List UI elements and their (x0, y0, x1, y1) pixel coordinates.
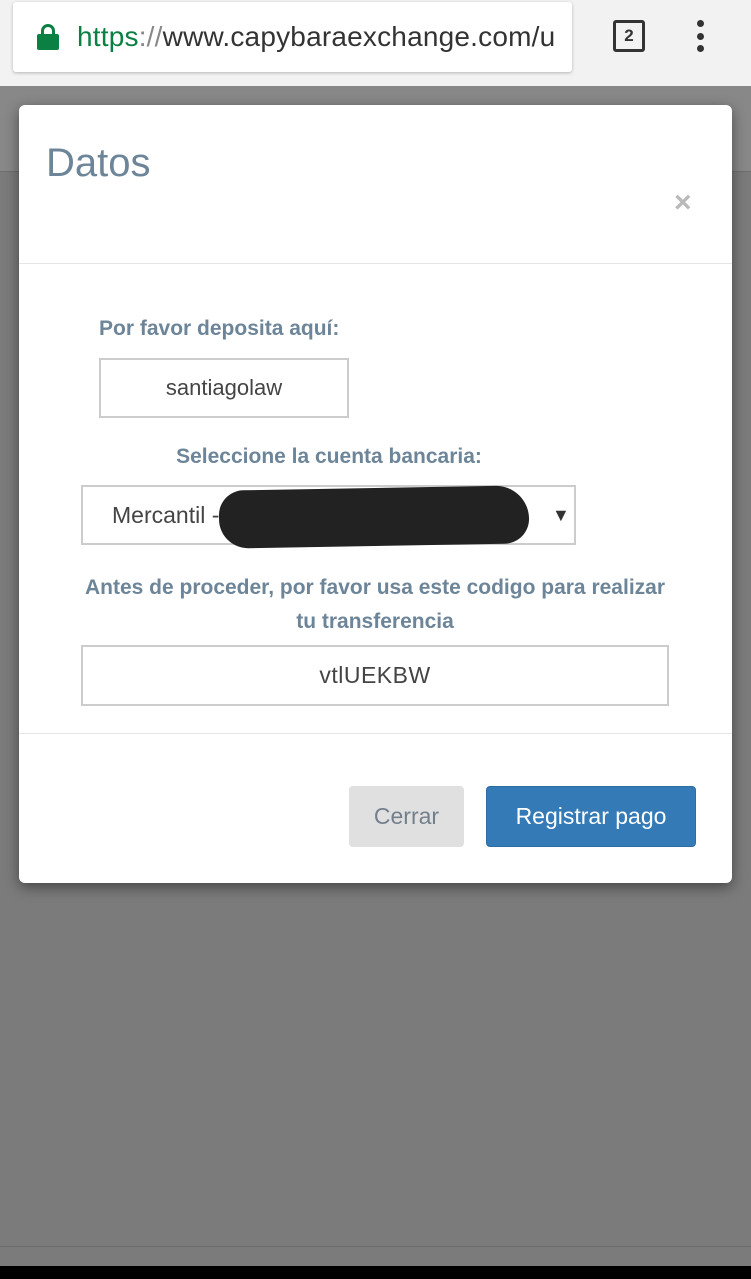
overflow-menu-icon[interactable] (696, 20, 704, 52)
url-text: https://www.capybaraexchange.com/u (77, 21, 555, 53)
url-scheme: https (77, 21, 139, 52)
close-icon[interactable]: × (674, 188, 692, 218)
browser-toolbar: https://www.capybaraexchange.com/u 2 (0, 0, 751, 86)
payment-modal: Datos × Por favor deposita aquí: santiag… (19, 105, 732, 883)
url-separator: :// (138, 21, 163, 52)
modal-title: Datos (46, 141, 151, 185)
transfer-code-field: vtlUEKBW (81, 645, 669, 706)
lock-icon (37, 24, 59, 50)
bank-account-label: Seleccione la cuenta bancaria: (176, 445, 482, 468)
address-bar[interactable]: https://www.capybaraexchange.com/u (13, 2, 572, 72)
transfer-code-label: Antes de proceder, por favor usa este co… (84, 576, 666, 633)
url-host: www.capybaraexchange.com/u (162, 21, 556, 52)
modal-footer-divider (19, 733, 732, 734)
background-divider (0, 1246, 751, 1247)
bank-account-selected: Mercantil -- (112, 501, 228, 528)
redaction-mark (218, 485, 530, 549)
tab-switcher-button[interactable]: 2 (613, 20, 645, 52)
deposit-label: Por favor deposita aquí: (99, 317, 340, 340)
register-payment-button[interactable]: Registrar pago (486, 786, 696, 847)
chevron-down-icon[interactable]: ▼ (552, 505, 570, 526)
modal-header: Datos × (19, 105, 732, 264)
system-nav-bar (0, 1266, 751, 1279)
cancel-button[interactable]: Cerrar (349, 786, 464, 847)
deposit-account-field: santiagolaw (99, 358, 349, 418)
